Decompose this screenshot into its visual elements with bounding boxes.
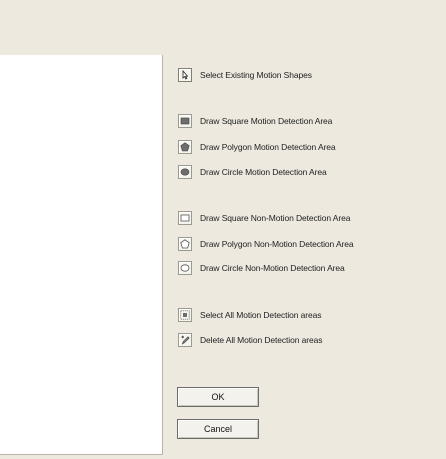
draw-polygon-nonmotion-label: Draw Polygon Non-Motion Detection Area — [200, 239, 354, 249]
select-all-icon[interactable] — [178, 308, 192, 322]
filled-square-icon[interactable] — [178, 114, 192, 128]
select-existing-tool[interactable]: Select Existing Motion Shapes — [178, 66, 312, 84]
select-all-label: Select All Motion Detection areas — [200, 310, 322, 320]
select-existing-label: Select Existing Motion Shapes — [200, 70, 312, 80]
outline-circle-icon[interactable] — [178, 261, 192, 275]
draw-square-nonmotion-tool[interactable]: Draw Square Non-Motion Detection Area — [178, 209, 350, 227]
draw-circle-motion-tool[interactable]: Draw Circle Motion Detection Area — [178, 163, 327, 181]
motion-detection-dialog: Select Existing Motion Shapes Draw Squar… — [0, 0, 446, 459]
draw-circle-nonmotion-label: Draw Circle Non-Motion Detection Area — [200, 263, 345, 273]
draw-square-motion-label: Draw Square Motion Detection Area — [200, 116, 333, 126]
draw-circle-motion-label: Draw Circle Motion Detection Area — [200, 167, 327, 177]
video-preview-canvas[interactable] — [0, 55, 163, 455]
draw-square-motion-tool[interactable]: Draw Square Motion Detection Area — [178, 112, 332, 130]
draw-polygon-nonmotion-tool[interactable]: Draw Polygon Non-Motion Detection Area — [178, 235, 354, 253]
delete-all-tool[interactable]: Delete All Motion Detection areas — [178, 331, 322, 349]
select-all-tool[interactable]: Select All Motion Detection areas — [178, 306, 322, 324]
outline-square-icon[interactable] — [178, 211, 192, 225]
delete-all-label: Delete All Motion Detection areas — [200, 335, 323, 345]
draw-circle-nonmotion-tool[interactable]: Draw Circle Non-Motion Detection Area — [178, 259, 345, 277]
draw-square-nonmotion-label: Draw Square Non-Motion Detection Area — [200, 213, 351, 223]
filled-circle-icon[interactable] — [178, 165, 192, 179]
cursor-arrow-icon[interactable] — [178, 68, 192, 82]
delete-pencil-icon[interactable] — [178, 333, 192, 347]
outline-polygon-icon[interactable] — [178, 237, 192, 251]
cancel-button[interactable]: Cancel — [177, 419, 259, 439]
draw-polygon-motion-label: Draw Polygon Motion Detection Area — [200, 142, 336, 152]
draw-polygon-motion-tool[interactable]: Draw Polygon Motion Detection Area — [178, 138, 336, 156]
ok-button[interactable]: OK — [177, 387, 259, 407]
filled-polygon-icon[interactable] — [178, 140, 192, 154]
